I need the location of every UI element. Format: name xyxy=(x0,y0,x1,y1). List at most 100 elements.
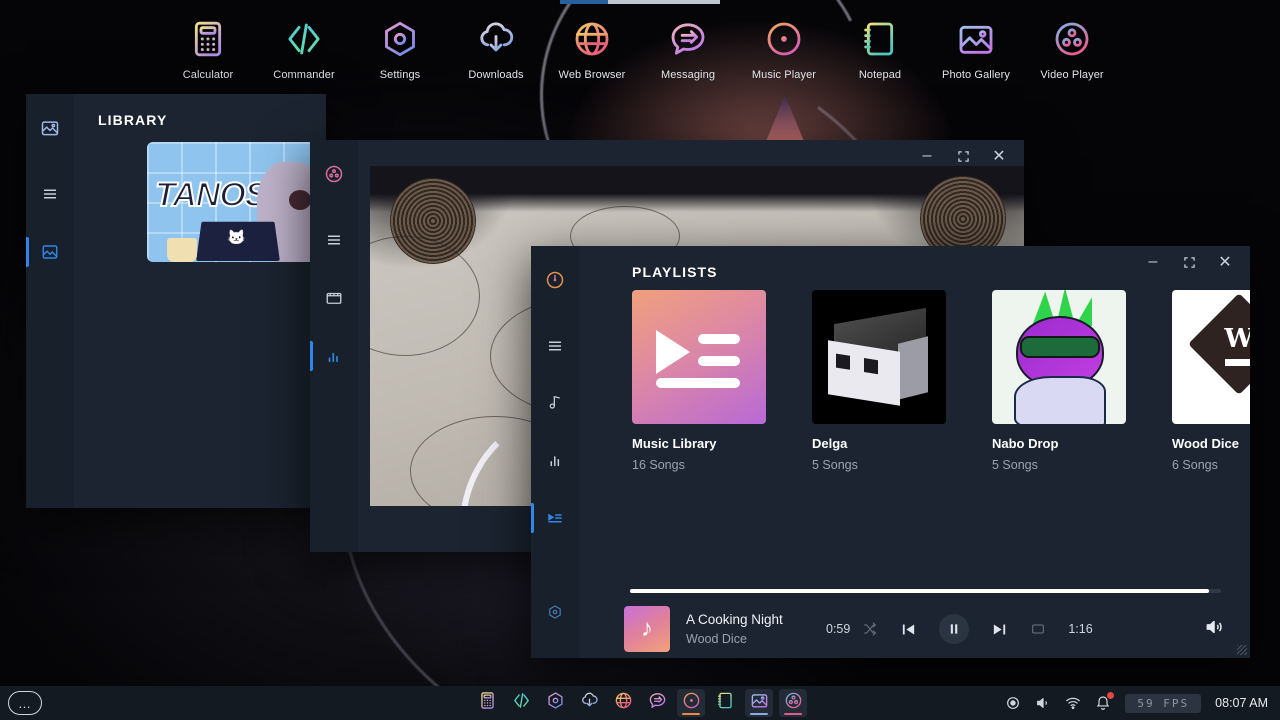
system-tray: 59 FPS 08:07 AM xyxy=(1005,694,1280,713)
desktop-screen: Calculator Commander Settings Downloads … xyxy=(0,0,1280,720)
now-playing-meta: A Cooking Night Wood Dice xyxy=(686,612,826,646)
thumbnail-text: TANOS xyxy=(155,176,266,215)
start-menu-button[interactable]: … xyxy=(8,691,42,715)
now-playing-title: A Cooking Night xyxy=(686,612,826,627)
desktop-icon-notepad[interactable]: Notepad xyxy=(832,16,928,81)
taskbar-app-notepad[interactable] xyxy=(711,689,739,717)
music-close-button[interactable]: ✕ xyxy=(1216,253,1234,271)
music-equalizer-tab[interactable] xyxy=(531,438,579,482)
taskbar-app-messaging[interactable] xyxy=(643,689,671,717)
playlist-name: Music Library xyxy=(632,436,766,451)
seek-bar[interactable] xyxy=(630,589,1221,593)
thumbnail-laptop xyxy=(196,222,280,261)
thumbnail-mug xyxy=(167,238,197,262)
music-library-art xyxy=(632,290,766,424)
taskbar-app-web-browser[interactable] xyxy=(609,689,637,717)
nabo-drop-art xyxy=(992,290,1126,424)
now-playing-artist: Wood Dice xyxy=(686,632,826,646)
repeat-icon[interactable] xyxy=(1030,621,1046,637)
music-songs-tab[interactable] xyxy=(531,380,579,424)
taskbar-app-commander[interactable] xyxy=(507,689,535,717)
previous-track-icon[interactable] xyxy=(900,621,917,638)
desktop-icon-label: Photo Gallery xyxy=(942,69,1010,81)
desktop-icon-settings[interactable]: Settings xyxy=(352,16,448,81)
video-videos-tab[interactable] xyxy=(310,276,358,320)
gallery-sidebar xyxy=(26,94,74,508)
calculator-icon xyxy=(185,16,231,62)
video-minimize-button[interactable]: – xyxy=(918,147,936,165)
taskbar-app-calculator[interactable] xyxy=(473,689,501,717)
video-stats-tab[interactable] xyxy=(310,334,358,378)
chat-bubble-icon xyxy=(648,691,667,715)
music-maximize-button[interactable] xyxy=(1180,253,1198,271)
hexagon-gear-icon xyxy=(377,16,423,62)
notebook-icon xyxy=(857,16,903,62)
taskbar-clock: 08:07 AM xyxy=(1215,696,1268,710)
calculator-icon xyxy=(478,691,497,715)
video-close-button[interactable]: ✕ xyxy=(990,147,1008,165)
playlist-name: Wood Dice xyxy=(1172,436,1250,451)
video-maximize-button[interactable] xyxy=(954,147,972,165)
hexagon-gear-icon xyxy=(546,691,565,715)
video-menu-button[interactable] xyxy=(310,218,358,262)
gallery-images-tab[interactable] xyxy=(26,230,74,274)
bell-icon[interactable] xyxy=(1095,695,1111,711)
cloud-download-icon xyxy=(580,691,599,715)
taskbar-app-downloads[interactable] xyxy=(575,689,603,717)
music-player-window[interactable]: – ✕ PLAYLISTS Music Library 16 Songs xyxy=(531,246,1250,658)
fps-counter: 59 FPS xyxy=(1125,694,1201,713)
music-disc-icon xyxy=(682,691,701,715)
top-progress-bar xyxy=(560,0,720,4)
desktop-icon-web-browser[interactable]: Web Browser xyxy=(544,16,640,81)
cloud-download-icon xyxy=(473,16,519,62)
gallery-content: LIBRARY TANOS xyxy=(74,94,326,508)
player-control-bar: ♪ A Cooking Night Wood Dice 0:59 xyxy=(579,600,1250,658)
taskbar-app-photo-gallery[interactable] xyxy=(745,689,773,717)
running-indicator xyxy=(750,713,768,715)
playlist-count: 16 Songs xyxy=(632,458,766,472)
desktop-icon-label: Commander xyxy=(273,69,334,81)
volume-icon[interactable] xyxy=(1035,695,1051,711)
gallery-thumbnail[interactable]: TANOS xyxy=(147,142,317,262)
gallery-app-logo xyxy=(26,106,74,150)
globe-icon xyxy=(569,16,615,62)
music-settings-button[interactable] xyxy=(531,590,579,634)
gallery-menu-button[interactable] xyxy=(26,172,74,216)
playlist-card[interactable]: Music Library 16 Songs xyxy=(632,290,766,472)
next-track-icon[interactable] xyxy=(991,621,1008,638)
playlist-card[interactable]: W Wood Dice 6 Songs xyxy=(1172,290,1250,472)
desktop-icon-calculator[interactable]: Calculator xyxy=(160,16,256,81)
desktop-icon-downloads[interactable]: Downloads xyxy=(448,16,544,81)
desktop-icon-label: Downloads xyxy=(468,69,523,81)
volume-icon[interactable] xyxy=(1204,617,1224,642)
film-reel-icon xyxy=(784,691,803,715)
film-reel-icon xyxy=(1049,16,1095,62)
desktop-icon-video-player[interactable]: Video Player xyxy=(1024,16,1120,81)
wifi-icon[interactable] xyxy=(1065,695,1081,711)
play-pause-button[interactable] xyxy=(939,614,969,644)
desktop-icon-messaging[interactable]: Messaging xyxy=(640,16,736,81)
playlist-name: Delga xyxy=(812,436,946,451)
video-sidebar xyxy=(310,140,358,552)
desktop-icon-music-player[interactable]: Music Player xyxy=(736,16,832,81)
taskbar-app-music-player[interactable] xyxy=(677,689,705,717)
playlist-card[interactable]: Nabo Drop 5 Songs xyxy=(992,290,1126,472)
taskbar: … xyxy=(0,686,1280,720)
taskbar-app-video-player[interactable] xyxy=(779,689,807,717)
music-content: – ✕ PLAYLISTS Music Library 16 Songs xyxy=(579,246,1250,658)
playlist-count: 5 Songs xyxy=(812,458,946,472)
shuffle-icon[interactable] xyxy=(862,621,878,637)
music-minimize-button[interactable]: – xyxy=(1144,253,1162,271)
window-resize-grip[interactable] xyxy=(1237,645,1247,655)
record-icon[interactable] xyxy=(1005,695,1021,711)
taskbar-app-settings[interactable] xyxy=(541,689,569,717)
photo-gallery-window[interactable]: LIBRARY TANOS xyxy=(26,94,326,508)
transport-controls xyxy=(862,614,1046,644)
music-playlists-tab[interactable] xyxy=(531,496,579,540)
music-title: PLAYLISTS xyxy=(632,264,718,280)
playlist-card[interactable]: Delga 5 Songs xyxy=(812,290,946,472)
playlist-grid: Music Library 16 Songs Delga 5 Songs xyxy=(632,290,1230,472)
music-menu-button[interactable] xyxy=(531,324,579,368)
desktop-icon-commander[interactable]: Commander xyxy=(256,16,352,81)
desktop-icon-photo-gallery[interactable]: Photo Gallery xyxy=(928,16,1024,81)
